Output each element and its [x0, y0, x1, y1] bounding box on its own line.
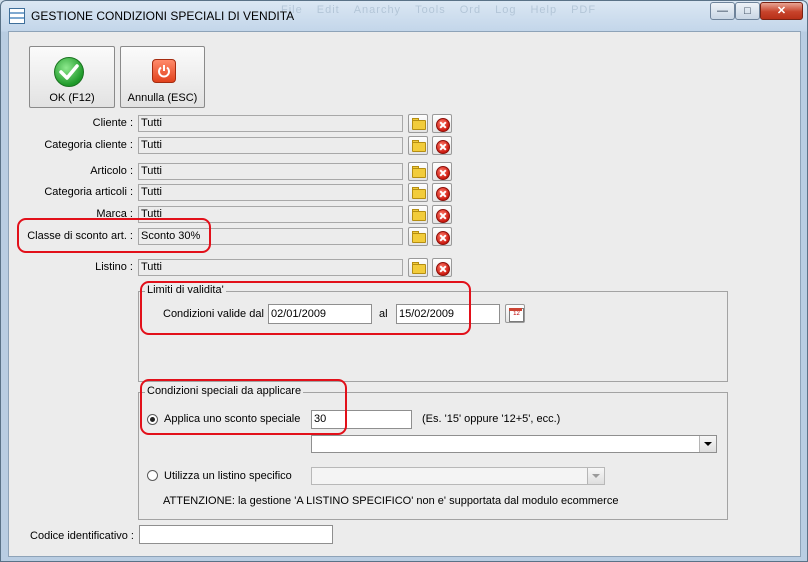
customer-category-browse-button[interactable]: [408, 136, 428, 155]
article-category-label: Categoria articoli :: [44, 186, 133, 198]
power-icon: [152, 59, 176, 83]
article-category-clear-button[interactable]: [432, 183, 452, 202]
clear-icon: [436, 118, 450, 132]
customer-category-field[interactable]: Tutti: [138, 137, 403, 154]
minimize-button[interactable]: —: [710, 2, 735, 20]
customer-field[interactable]: Tutti: [138, 115, 403, 132]
article-clear-button[interactable]: [432, 162, 452, 181]
clear-icon: [436, 209, 450, 223]
window-title: GESTIONE CONDIZIONI SPECIALI DI VENDITA: [31, 9, 295, 23]
specific-price-list-radio[interactable]: [147, 470, 158, 481]
highlight-annotation: [140, 281, 471, 335]
article-category-field[interactable]: Tutti: [138, 184, 403, 201]
price-list-browse-button[interactable]: [408, 258, 428, 277]
app-icon: [9, 8, 25, 24]
highlight-annotation: [140, 379, 347, 435]
article-category-browse-button[interactable]: [408, 183, 428, 202]
discount-class-browse-button[interactable]: [408, 227, 428, 246]
customer-label: Cliente :: [92, 117, 133, 129]
background-menu-ghost: File Edit Anarchy Tools Ord Log Help PDF: [281, 4, 597, 16]
cancel-button-label: Annulla (ESC): [127, 92, 198, 104]
price-list-label: Listino :: [95, 261, 133, 273]
customer-clear-button[interactable]: [432, 114, 452, 133]
specific-price-list-dropdown[interactable]: [311, 467, 605, 485]
close-window-button[interactable]: ✕: [760, 2, 803, 20]
highlight-annotation: [17, 218, 211, 253]
cancel-button[interactable]: Annulla (ESC): [120, 46, 205, 108]
clear-icon: [436, 262, 450, 276]
ecommerce-warning: ATTENZIONE: la gestione 'A LISTINO SPECI…: [163, 495, 619, 507]
article-field[interactable]: Tutti: [138, 163, 403, 180]
title-bar[interactable]: File Edit Anarchy Tools Ord Log Help PDF GESTIO…: [1, 1, 807, 31]
customer-category-clear-button[interactable]: [432, 136, 452, 155]
clear-icon: [436, 187, 450, 201]
discount-hint: (Es. '15' oppure '12+5', ecc.): [422, 413, 561, 425]
clear-icon: [436, 140, 450, 154]
discount-class-clear-button[interactable]: [432, 227, 452, 246]
clear-icon: [436, 166, 450, 180]
chevron-down-icon[interactable]: [699, 436, 716, 452]
price-list-clear-button[interactable]: [432, 258, 452, 277]
article-label: Articolo :: [90, 165, 133, 177]
customer-category-label: Categoria cliente :: [44, 139, 133, 151]
customer-browse-button[interactable]: [408, 114, 428, 133]
ok-button-label: OK (F12): [49, 92, 95, 104]
discount-dropdown[interactable]: [311, 435, 717, 453]
brand-browse-button[interactable]: [408, 205, 428, 224]
identifier-code-input[interactable]: [139, 525, 333, 544]
identifier-code-label: Codice identificativo :: [30, 530, 134, 542]
calendar-icon: 12: [509, 308, 524, 322]
price-list-field[interactable]: Tutti: [138, 259, 403, 276]
calendar-button[interactable]: 12: [505, 304, 525, 323]
chevron-down-icon[interactable]: [587, 468, 604, 484]
maximize-button[interactable]: □: [735, 2, 760, 20]
article-browse-button[interactable]: [408, 162, 428, 181]
specific-price-list-label: Utilizza un listino specifico: [164, 470, 292, 482]
ok-button[interactable]: OK (F12): [29, 46, 115, 108]
clear-icon: [436, 231, 450, 245]
checkmark-icon: [54, 57, 84, 87]
brand-clear-button[interactable]: [432, 205, 452, 224]
